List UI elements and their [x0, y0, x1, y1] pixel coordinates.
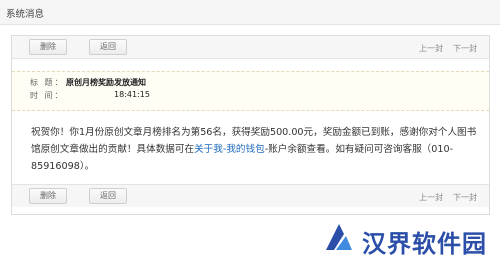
- back-button[interactable]: 返回: [89, 39, 127, 55]
- back-button-bottom[interactable]: 返回: [89, 188, 127, 204]
- wallet-link[interactable]: 关于我-我的钱包: [194, 144, 265, 155]
- bottom-toolbar: 删除 返回 上一封 下一封: [12, 184, 489, 207]
- watermark-logo-icon: [326, 224, 352, 250]
- delete-button[interactable]: 删除: [29, 39, 67, 55]
- window-title-bar: 系统消息: [0, 0, 500, 25]
- watermark-text: 汉界软件园: [362, 230, 487, 258]
- time-label: 时 间：: [30, 91, 65, 100]
- delete-button-bottom[interactable]: 删除: [29, 188, 67, 204]
- next-message-link-bottom[interactable]: 下一封: [453, 192, 477, 203]
- message-panel: 删除 返回 上一封 下一封 标 题： 原创月榜奖励发放通知 时 间： 18:41…: [11, 35, 490, 215]
- message-body: 祝贺你！你1月份原创文章月榜排名为第56名，获得奖励500.00元，奖励金额已到…: [31, 124, 479, 175]
- message-meta: 标 题： 原创月榜奖励发放通知 时 间： 18:41:15: [12, 71, 489, 111]
- subject-label: 标 题：: [30, 78, 65, 87]
- next-message-link[interactable]: 下一封: [453, 43, 477, 54]
- prev-message-link[interactable]: 上一封: [419, 43, 443, 54]
- subject-value: 原创月榜奖励发放通知: [66, 78, 146, 87]
- time-value: 18:41:15: [114, 90, 150, 99]
- watermark: 汉界软件园: [322, 220, 500, 268]
- top-toolbar: 删除 返回 上一封 下一封: [12, 36, 489, 59]
- prev-message-link-bottom[interactable]: 上一封: [419, 192, 443, 203]
- window-title: 系统消息: [6, 9, 45, 20]
